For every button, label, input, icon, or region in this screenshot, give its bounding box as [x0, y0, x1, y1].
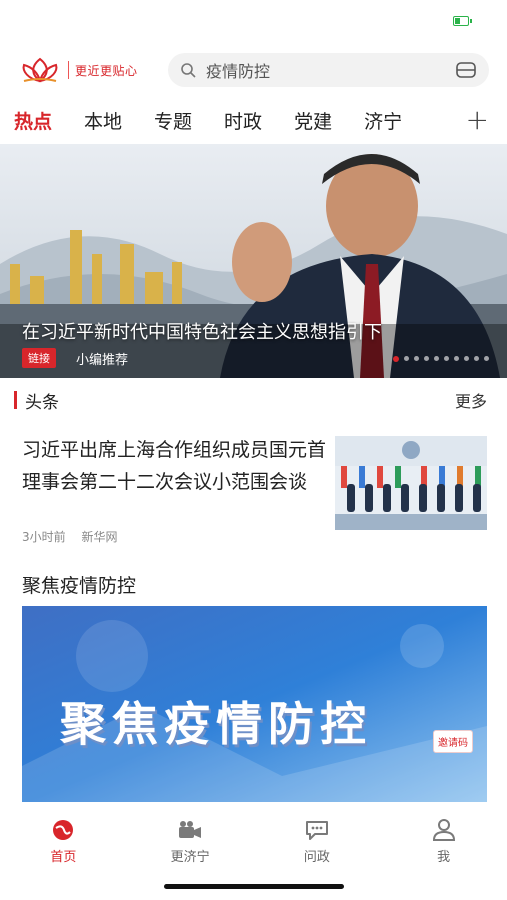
tab-politics[interactable]: 时政	[224, 107, 262, 134]
carousel-dot	[414, 356, 419, 361]
carousel-dot	[434, 356, 439, 361]
app-logo[interactable]: 更近更贴心	[18, 57, 168, 83]
carousel-dot	[444, 356, 449, 361]
carousel-dot	[424, 356, 429, 361]
focus-section-title: 聚焦疫情防控	[22, 575, 137, 597]
channel-tabs: 热点 本地 专题 时政 党建 济宁 +	[0, 96, 507, 144]
logo-divider	[68, 61, 69, 79]
video-camera-icon	[179, 821, 202, 838]
carousel-indicator[interactable]	[393, 356, 489, 362]
carousel-dot	[393, 356, 399, 362]
logo-slogan: 更近更贴心	[75, 63, 138, 78]
search-placeholder: 疫情防控	[206, 62, 271, 81]
user-icon	[432, 819, 455, 841]
carousel-dot	[464, 356, 469, 361]
news-meta: 3小时前 新华网	[22, 528, 335, 545]
carousel-dot	[484, 356, 489, 361]
banner-subtitle: 小编推荐	[76, 353, 129, 368]
nav-label: 问政	[303, 850, 330, 865]
news-title: 习近平出席上海合作组织成员国元首理事会第二十二次会议小范围会谈	[22, 439, 327, 493]
tab-jining[interactable]: 济宁	[364, 107, 402, 134]
focus-banner-text: 聚焦疫情防控	[60, 697, 372, 751]
headline-section-header: 头条 更多	[0, 378, 507, 422]
section-accent-bar	[14, 391, 17, 409]
nav-label: 更济宁	[170, 850, 210, 865]
news-item[interactable]: 习近平出席上海合作组织成员国元首理事会第二十二次会议小范围会谈 3小时前 新华网	[0, 422, 507, 545]
search-input[interactable]: 疫情防控	[168, 53, 489, 87]
add-channel-icon[interactable]: +	[466, 104, 489, 136]
scan-icon[interactable]	[455, 61, 477, 79]
chat-icon	[305, 821, 328, 840]
tab-hot[interactable]: 热点	[14, 107, 52, 134]
tab-party[interactable]: 党建	[294, 107, 332, 134]
news-thumbnail	[335, 436, 487, 530]
banner-tag: 链接	[22, 348, 56, 368]
bottom-navigation: 首页 更济宁 问政 我	[0, 812, 507, 872]
more-link[interactable]: 更多	[455, 388, 487, 412]
app-header: 更近更贴心 疫情防控	[0, 44, 507, 96]
search-icon	[181, 63, 196, 78]
tab-topics[interactable]: 专题	[154, 107, 192, 134]
invite-code-badge[interactable]: 邀请码	[433, 730, 473, 753]
nav-label: 首页	[50, 850, 77, 865]
carousel-dot	[454, 356, 459, 361]
carousel-dot	[404, 356, 409, 361]
tab-fade	[429, 96, 459, 144]
news-source: 新华网	[81, 530, 118, 544]
battery-icon	[453, 16, 472, 26]
home-indicator	[164, 884, 344, 889]
lotus-logo-icon	[22, 57, 58, 83]
banner-title: 在习近平新时代中国特色社会主义思想指引下	[22, 322, 382, 343]
hero-banner[interactable]: 在习近平新时代中国特色社会主义思想指引下 链接 小编推荐	[0, 144, 507, 378]
nav-label: 我	[437, 850, 451, 865]
nav-me[interactable]: 我	[380, 812, 507, 872]
focus-banner[interactable]: 聚焦疫情防控 邀请码	[22, 606, 487, 802]
nav-home[interactable]: 首页	[0, 812, 127, 872]
tab-local[interactable]: 本地	[84, 107, 122, 134]
carousel-dot	[474, 356, 479, 361]
status-bar	[0, 0, 507, 44]
nav-wenzheng[interactable]: 问政	[254, 812, 381, 872]
home-globe-icon	[53, 820, 74, 840]
news-time: 3小时前	[22, 530, 66, 544]
nav-jining[interactable]: 更济宁	[127, 812, 254, 872]
section-title: 头条	[25, 392, 59, 413]
